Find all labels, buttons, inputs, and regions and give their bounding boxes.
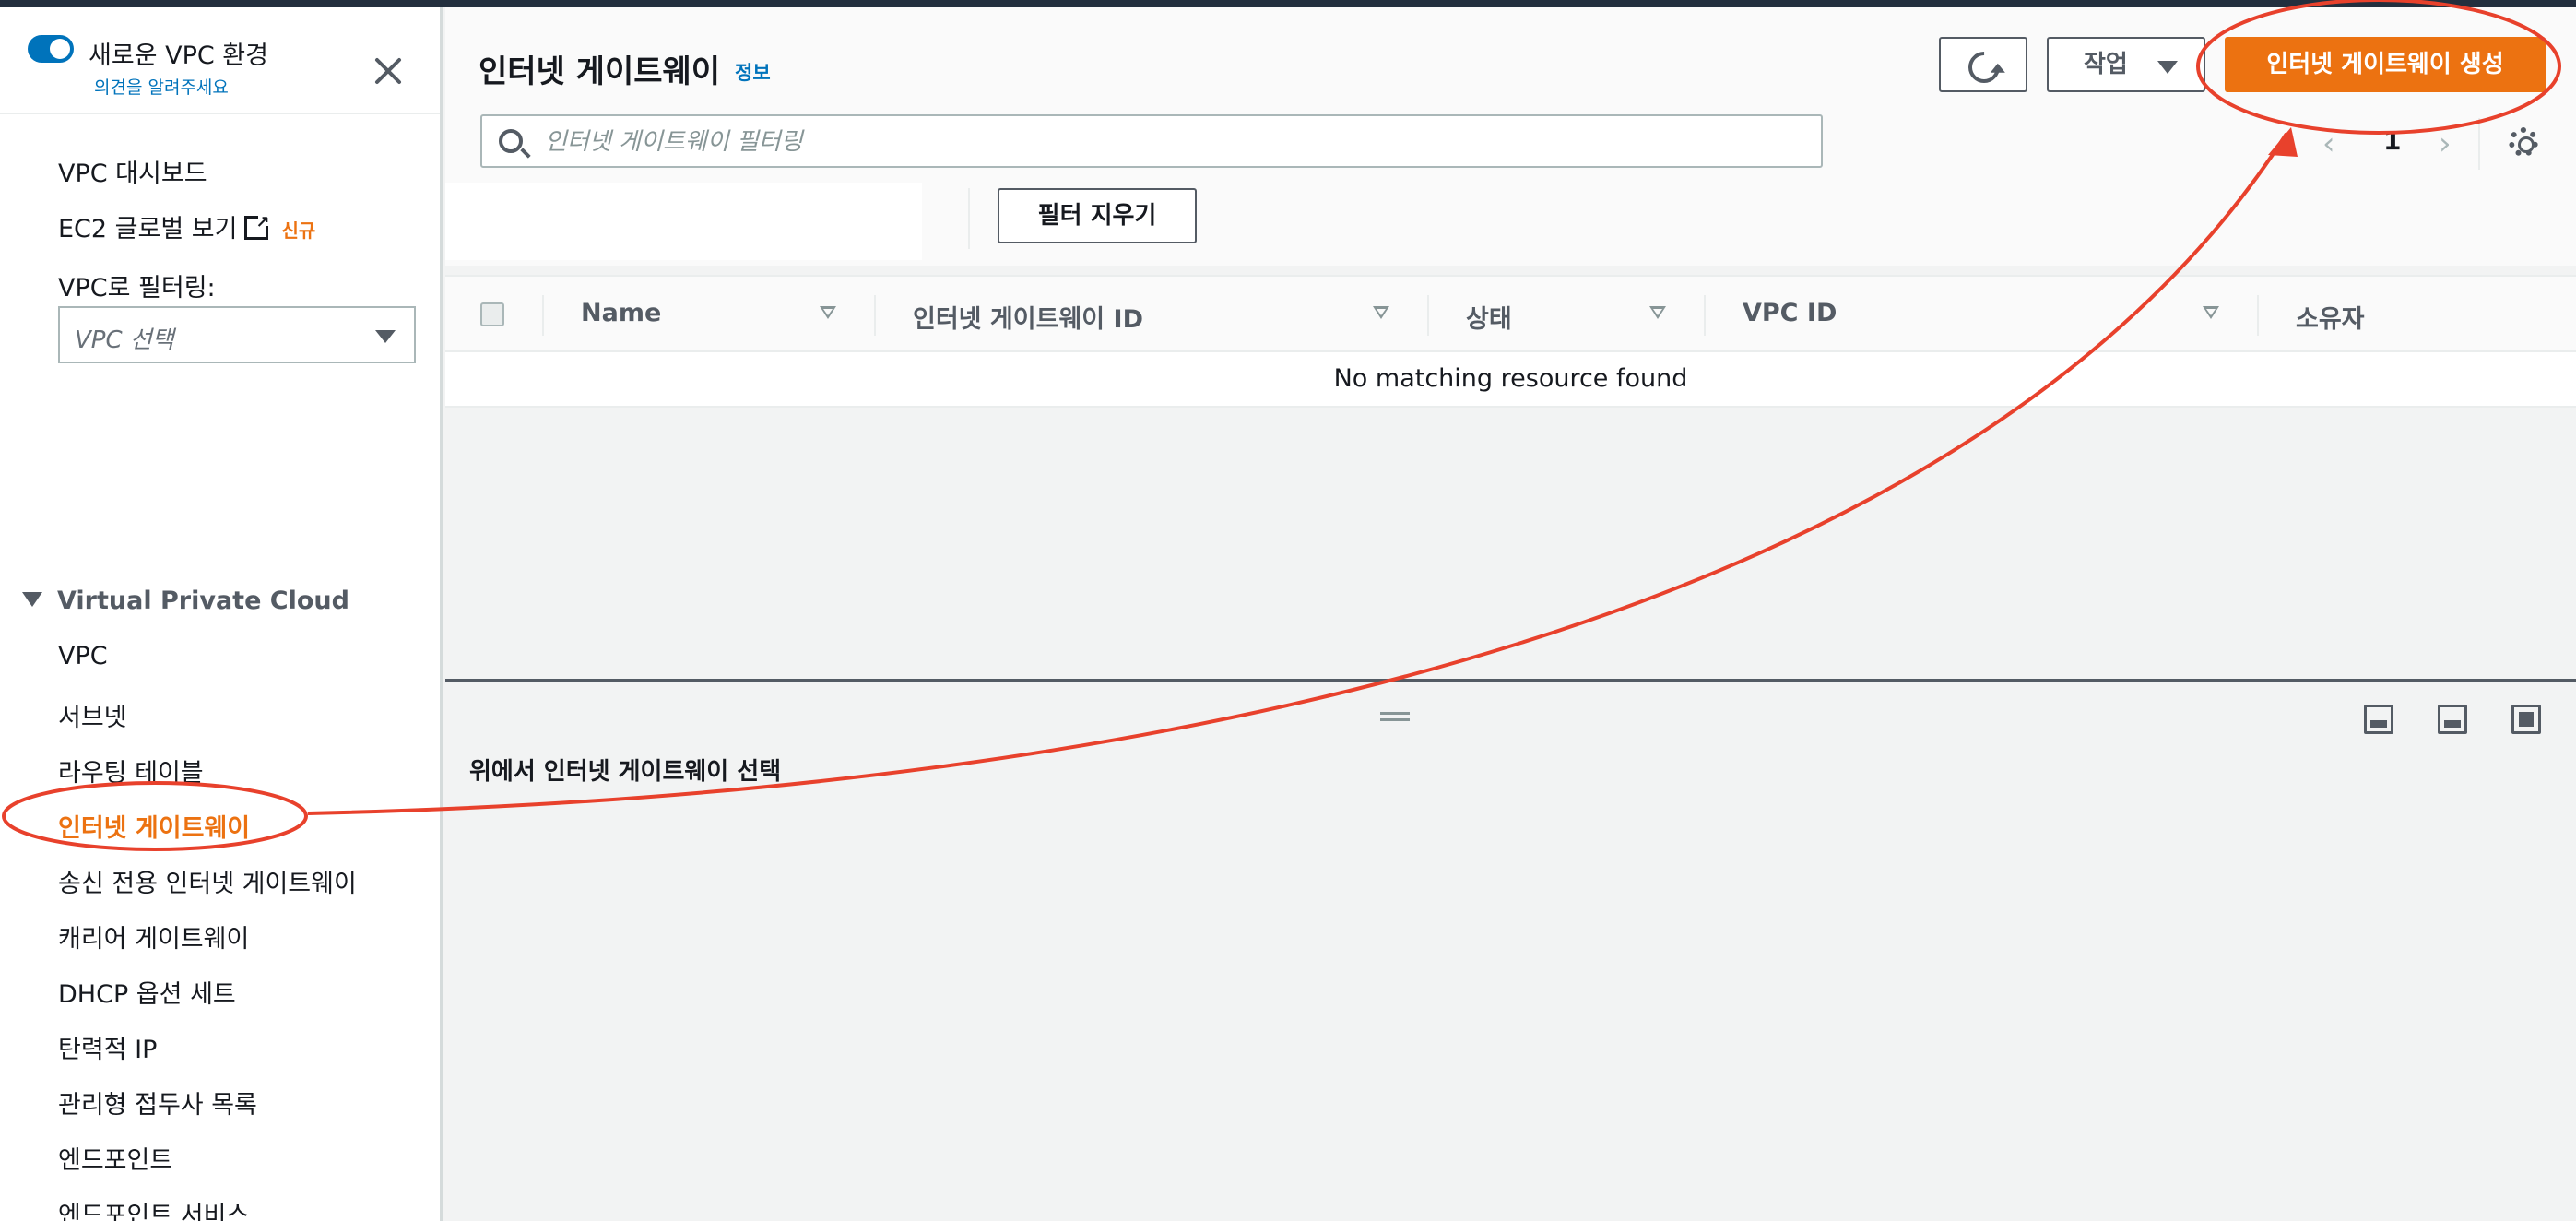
sidebar-item-endpoints[interactable]: 엔드포인트 (58, 1140, 172, 1176)
actions-button-label: 작업 (2084, 51, 2128, 78)
list-panel-header: 인터넷 게이트웨이 정보 작업 인터넷 게이트웨이 생성 ‹ 1 › 필터 지우… (445, 7, 2576, 266)
sidebar-item-internet-gateways[interactable]: 인터넷 게이트웨이 (58, 808, 250, 844)
vpc-filter-select[interactable]: VPC 선택 (58, 306, 416, 363)
sidebar-item-managed-prefix-lists[interactable]: 관리형 접두사 목록 (58, 1085, 257, 1120)
select-all-checkbox[interactable] (480, 302, 504, 326)
sidebar-item-egress-only-internet-gateways[interactable]: 송신 전용 인터넷 게이트웨이 (58, 863, 357, 899)
caret-down-icon (375, 330, 396, 343)
section-virtual-private-cloud[interactable]: Virtual Private Cloud (22, 587, 349, 615)
info-link[interactable]: 정보 (735, 58, 771, 86)
current-page-number[interactable]: 1 (2383, 125, 2401, 156)
vpc-filter-label: VPC로 필터링: (58, 274, 216, 302)
collapse-triangle-icon (22, 592, 42, 607)
table-header: Name 인터넷 게이트웨이 ID 상태 VPC ID 소유자 (445, 275, 2576, 352)
sidebar-header: 새로운 VPC 환경 의견을 알려주세요 (0, 7, 440, 114)
sidebar-item-vpc-dashboard[interactable]: VPC 대시보드 (58, 153, 207, 189)
main-content: 인터넷 게이트웨이 정보 작업 인터넷 게이트웨이 생성 ‹ 1 › 필터 지우… (445, 7, 2576, 1221)
column-divider (542, 295, 544, 336)
search-box[interactable] (480, 114, 1823, 168)
gear-icon[interactable] (2509, 127, 2538, 157)
sort-icon[interactable] (1373, 306, 1389, 319)
sidebar: 새로운 VPC 환경 의견을 알려주세요 VPC 대시보드 EC2 글로벌 보기… (0, 7, 443, 1221)
split-panel-divider (445, 679, 2576, 682)
split-panel-resize-handle[interactable] (1380, 712, 1410, 721)
sort-icon[interactable] (820, 306, 836, 319)
table-empty-message: No matching resource found (445, 352, 2576, 408)
split-view-full-icon[interactable] (2511, 705, 2541, 734)
refresh-button[interactable] (1939, 37, 2027, 92)
refresh-icon (1961, 44, 2007, 90)
detail-panel-title: 위에서 인터넷 게이트웨이 선택 (469, 758, 782, 786)
new-vpc-experience-toggle[interactable] (28, 35, 74, 63)
filter-token-area (445, 183, 922, 260)
column-header-state[interactable]: 상태 (1466, 299, 1512, 335)
caret-down-icon (2157, 61, 2178, 74)
clear-filters-button[interactable]: 필터 지우기 (998, 188, 1197, 243)
top-bar (0, 0, 2576, 7)
pager-divider (2478, 118, 2480, 170)
actions-button[interactable]: 작업 (2047, 37, 2205, 92)
page-title: 인터넷 게이트웨이 (479, 53, 721, 90)
column-header-vpc-id[interactable]: VPC ID (1743, 299, 1837, 327)
column-divider (1427, 295, 1429, 336)
sort-icon[interactable] (2203, 306, 2219, 319)
sidebar-item-elastic-ips[interactable]: 탄력적 IP (58, 1029, 157, 1065)
sidebar-item-subnets[interactable]: 서브넷 (58, 697, 127, 733)
section-title-label: Virtual Private Cloud (57, 587, 349, 615)
column-divider (874, 295, 876, 336)
column-divider (1704, 295, 1706, 336)
sidebar-item-route-tables[interactable]: 라우팅 테이블 (58, 753, 204, 788)
new-vpc-experience-label: 새로운 VPC 환경 (89, 41, 268, 70)
create-internet-gateway-button[interactable]: 인터넷 게이트웨이 생성 (2225, 37, 2546, 92)
vpc-filter-select-placeholder: VPC 선택 (75, 326, 174, 354)
new-badge: 신규 (281, 219, 316, 242)
column-header-internet-gateway-id[interactable]: 인터넷 게이트웨이 ID (913, 299, 1143, 335)
sidebar-item-label: EC2 글로벌 보기 (58, 215, 238, 243)
column-divider (2257, 295, 2259, 336)
chevron-left-icon[interactable]: ‹ (2322, 125, 2335, 162)
sidebar-item-dhcp-option-sets[interactable]: DHCP 옵션 세트 (58, 974, 236, 1010)
sidebar-item-carrier-gateways[interactable]: 캐리어 게이트웨이 (58, 919, 249, 954)
column-header-name[interactable]: Name (581, 299, 661, 327)
feedback-link[interactable]: 의견을 알려주세요 (94, 74, 229, 99)
chevron-right-icon[interactable]: › (2439, 125, 2452, 162)
sidebar-item-vpc[interactable]: VPC (58, 642, 108, 670)
search-input[interactable] (545, 124, 1808, 160)
sort-icon[interactable] (1649, 306, 1666, 319)
search-icon (499, 129, 523, 153)
external-link-icon: ↗ (244, 213, 272, 240)
split-view-side-icon[interactable] (2438, 705, 2467, 734)
close-icon[interactable] (367, 50, 409, 92)
sidebar-item-endpoint-services[interactable]: 엔드포인트 서비스 (58, 1195, 249, 1221)
filter-divider (968, 188, 970, 249)
sidebar-item-ec2-global-view[interactable]: EC2 글로벌 보기 ↗ 신규 (58, 208, 315, 244)
split-view-bottom-icon[interactable] (2364, 705, 2393, 734)
column-header-owner[interactable]: 소유자 (2296, 299, 2365, 335)
